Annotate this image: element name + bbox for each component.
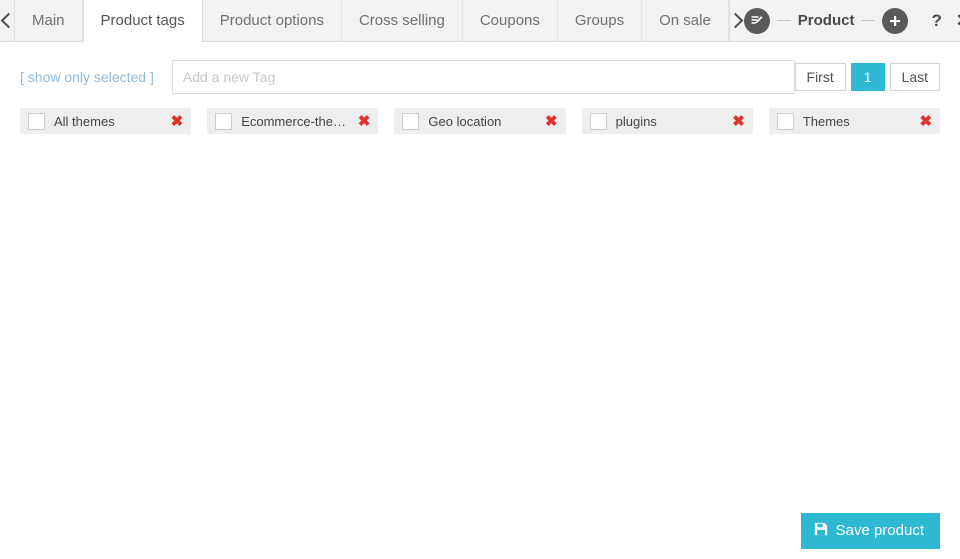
tab-bar: Main Product tags Product options Cross …	[15, 0, 729, 42]
edit-pencil-icon[interactable]	[743, 7, 770, 34]
tag-remove-icon[interactable]: ✖	[919, 114, 932, 129]
tag-checkbox[interactable]	[589, 112, 607, 130]
tag-list: All themes ✖ Ecommerce-themes ✖ Geo loca…	[0, 98, 960, 134]
tags-toolbar: [ show only selected ] First 1 Last	[0, 42, 960, 98]
tab-label: Main	[32, 12, 65, 29]
pagination-last-button[interactable]: Last	[889, 63, 940, 91]
tag-label: Ecommerce-themes	[241, 113, 352, 129]
tag-item[interactable]: Ecommerce-themes ✖	[207, 108, 379, 134]
save-product-button[interactable]: Save product	[800, 513, 940, 549]
tabs-scroll-left-button[interactable]	[0, 0, 17, 41]
tag-label: plugins	[615, 113, 657, 129]
tag-item[interactable]: All themes ✖	[20, 108, 192, 134]
plus-icon[interactable]	[882, 7, 909, 34]
top-bar: Main Product tags Product options Cross …	[0, 0, 960, 42]
tabs-scroll-right-button[interactable]	[727, 0, 744, 41]
tag-checkbox[interactable]	[402, 112, 420, 130]
tab-on-sale[interactable]: On sale	[642, 0, 729, 41]
tab-product-tags[interactable]: Product tags	[82, 0, 203, 42]
help-button[interactable]: ?	[924, 12, 948, 29]
close-icon[interactable]: ✕	[949, 12, 960, 29]
tab-main[interactable]: Main	[15, 0, 83, 41]
tab-groups[interactable]: Groups	[557, 0, 643, 41]
tag-label: All themes	[54, 113, 115, 129]
title-dash-left	[776, 20, 791, 21]
tag-checkbox[interactable]	[776, 112, 794, 130]
pagination-page-1-button[interactable]: 1	[850, 63, 885, 91]
tag-item[interactable]: Themes ✖	[768, 108, 941, 134]
title-dash-right	[861, 20, 876, 21]
tab-label: Groups	[574, 12, 625, 29]
tab-cross-selling[interactable]: Cross selling	[341, 0, 463, 41]
page-title: Product	[797, 12, 855, 29]
pagination: First 1 Last	[794, 63, 940, 91]
chevron-right-icon	[727, 12, 744, 29]
tag-label: Themes	[802, 113, 850, 129]
tag-remove-icon[interactable]: ✖	[545, 114, 558, 129]
tag-remove-icon[interactable]: ✖	[358, 114, 371, 129]
add-new-tag-input[interactable]	[171, 60, 795, 94]
chevron-left-icon	[0, 12, 17, 29]
tab-coupons[interactable]: Coupons	[462, 0, 558, 41]
pagination-first-button[interactable]: First	[794, 63, 846, 91]
show-only-selected-link[interactable]: [ show only selected ]	[20, 69, 154, 85]
tag-item[interactable]: Geo location ✖	[394, 108, 566, 134]
tag-checkbox[interactable]	[215, 112, 233, 130]
tab-label: Product tags	[100, 12, 185, 29]
tab-label: On sale	[659, 12, 711, 29]
tab-label: Product options	[219, 12, 324, 29]
tag-label: Geo location	[428, 113, 502, 129]
tab-product-options[interactable]: Product options	[202, 0, 342, 41]
tag-checkbox[interactable]	[28, 112, 45, 130]
tag-item[interactable]: plugins ✖	[581, 108, 753, 134]
tag-remove-icon[interactable]: ✖	[171, 114, 184, 129]
tab-label: Coupons	[479, 12, 540, 29]
tab-label: Cross selling	[358, 12, 445, 29]
save-disk-icon	[814, 522, 828, 540]
tag-remove-icon[interactable]: ✖	[732, 114, 745, 129]
module-header: Product ? ✕	[743, 0, 960, 41]
save-product-label: Save product	[835, 522, 924, 539]
footer-actions: Save product	[800, 513, 940, 549]
